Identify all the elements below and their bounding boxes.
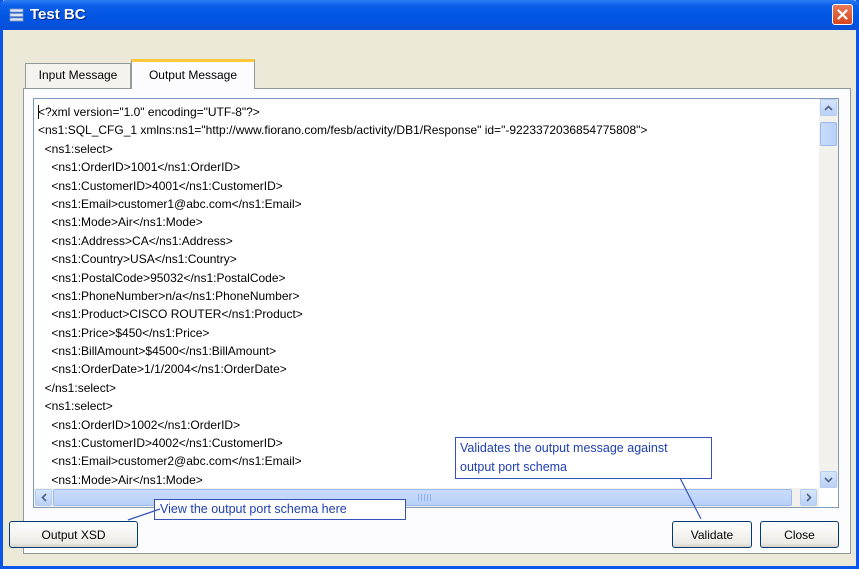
scroll-up-button[interactable] [820,99,837,116]
message-line: <ns1:OrderID>1002</ns1:OrderID> [38,417,241,432]
validate-callout: Validates the output message against out… [455,437,712,479]
message-line: <?xml version="1.0" encoding="UTF-8"?> [38,105,260,119]
chevron-left-icon [40,493,47,502]
schema-callout: View the output port schema here [154,499,406,520]
scroll-down-button[interactable] [820,471,837,488]
chevron-up-icon [824,104,833,111]
message-line: <ns1:Email>customer1@abc.com</ns1:Email> [38,196,302,211]
message-line: <ns1:Address>CA</ns1:Address> [38,233,233,248]
chevron-down-icon [824,476,833,483]
message-line: <ns1:SQL_CFG_1 xmlns:ns1="http://www.fio… [38,123,648,138]
message-line: <ns1:Country>USA</ns1:Country> [38,252,237,267]
vertical-scrollbar[interactable] [819,99,838,488]
schema-callout-text: View the output port schema here [160,502,347,516]
scroll-right-button[interactable] [800,489,817,506]
message-line: <ns1:PhoneNumber>n/a</ns1:PhoneNumber> [38,288,300,303]
message-line: <ns1:select> [38,141,113,156]
message-line: <ns1:BillAmount>$4500</ns1:BillAmount> [38,344,277,359]
chevron-right-icon [805,493,812,502]
output-xsd-button[interactable]: Output XSD [9,521,138,548]
validate-callout-line-1: Validates the output message against [460,441,668,455]
message-line: <ns1:OrderID>1001</ns1:OrderID> [38,160,241,175]
close-button[interactable]: Close [760,521,839,548]
scroll-left-button[interactable] [35,489,52,506]
message-line: </ns1:select> [38,380,117,395]
scroll-grip [418,494,432,501]
message-line: <ns1:Mode>Air</ns1:Mode> [38,215,203,230]
title-bar[interactable]: Test BC [0,0,859,30]
message-line: <ns1:Product>CISCO ROUTER</ns1:Product> [38,307,303,322]
vertical-scroll-thumb[interactable] [820,122,837,146]
tab-output-message[interactable]: Output Message [131,59,255,89]
close-icon [837,9,848,20]
validate-button[interactable]: Validate [672,521,752,548]
message-line: <ns1:select> [38,399,113,414]
output-message-textarea[interactable]: <?xml version="1.0" encoding="UTF-8"?> <n… [33,98,839,508]
message-line: <ns1:PostalCode>95032</ns1:PostalCode> [38,270,286,285]
message-line: <ns1:OrderDate>1/1/2004</ns1:OrderDate> [38,362,287,377]
window-close-button[interactable] [832,4,853,25]
database-icon [9,8,24,22]
message-lines: <?xml version="1.0" encoding="UTF-8"?> <n… [38,103,647,489]
window-title: Test BC [30,6,86,23]
message-line: <ns1:Price>$450</ns1:Price> [38,325,210,340]
message-line: <ns1:CustomerID>4001</ns1:CustomerID> [38,178,283,193]
validate-callout-line-2: output port schema [460,460,568,474]
tab-input-message[interactable]: Input Message [25,63,131,88]
